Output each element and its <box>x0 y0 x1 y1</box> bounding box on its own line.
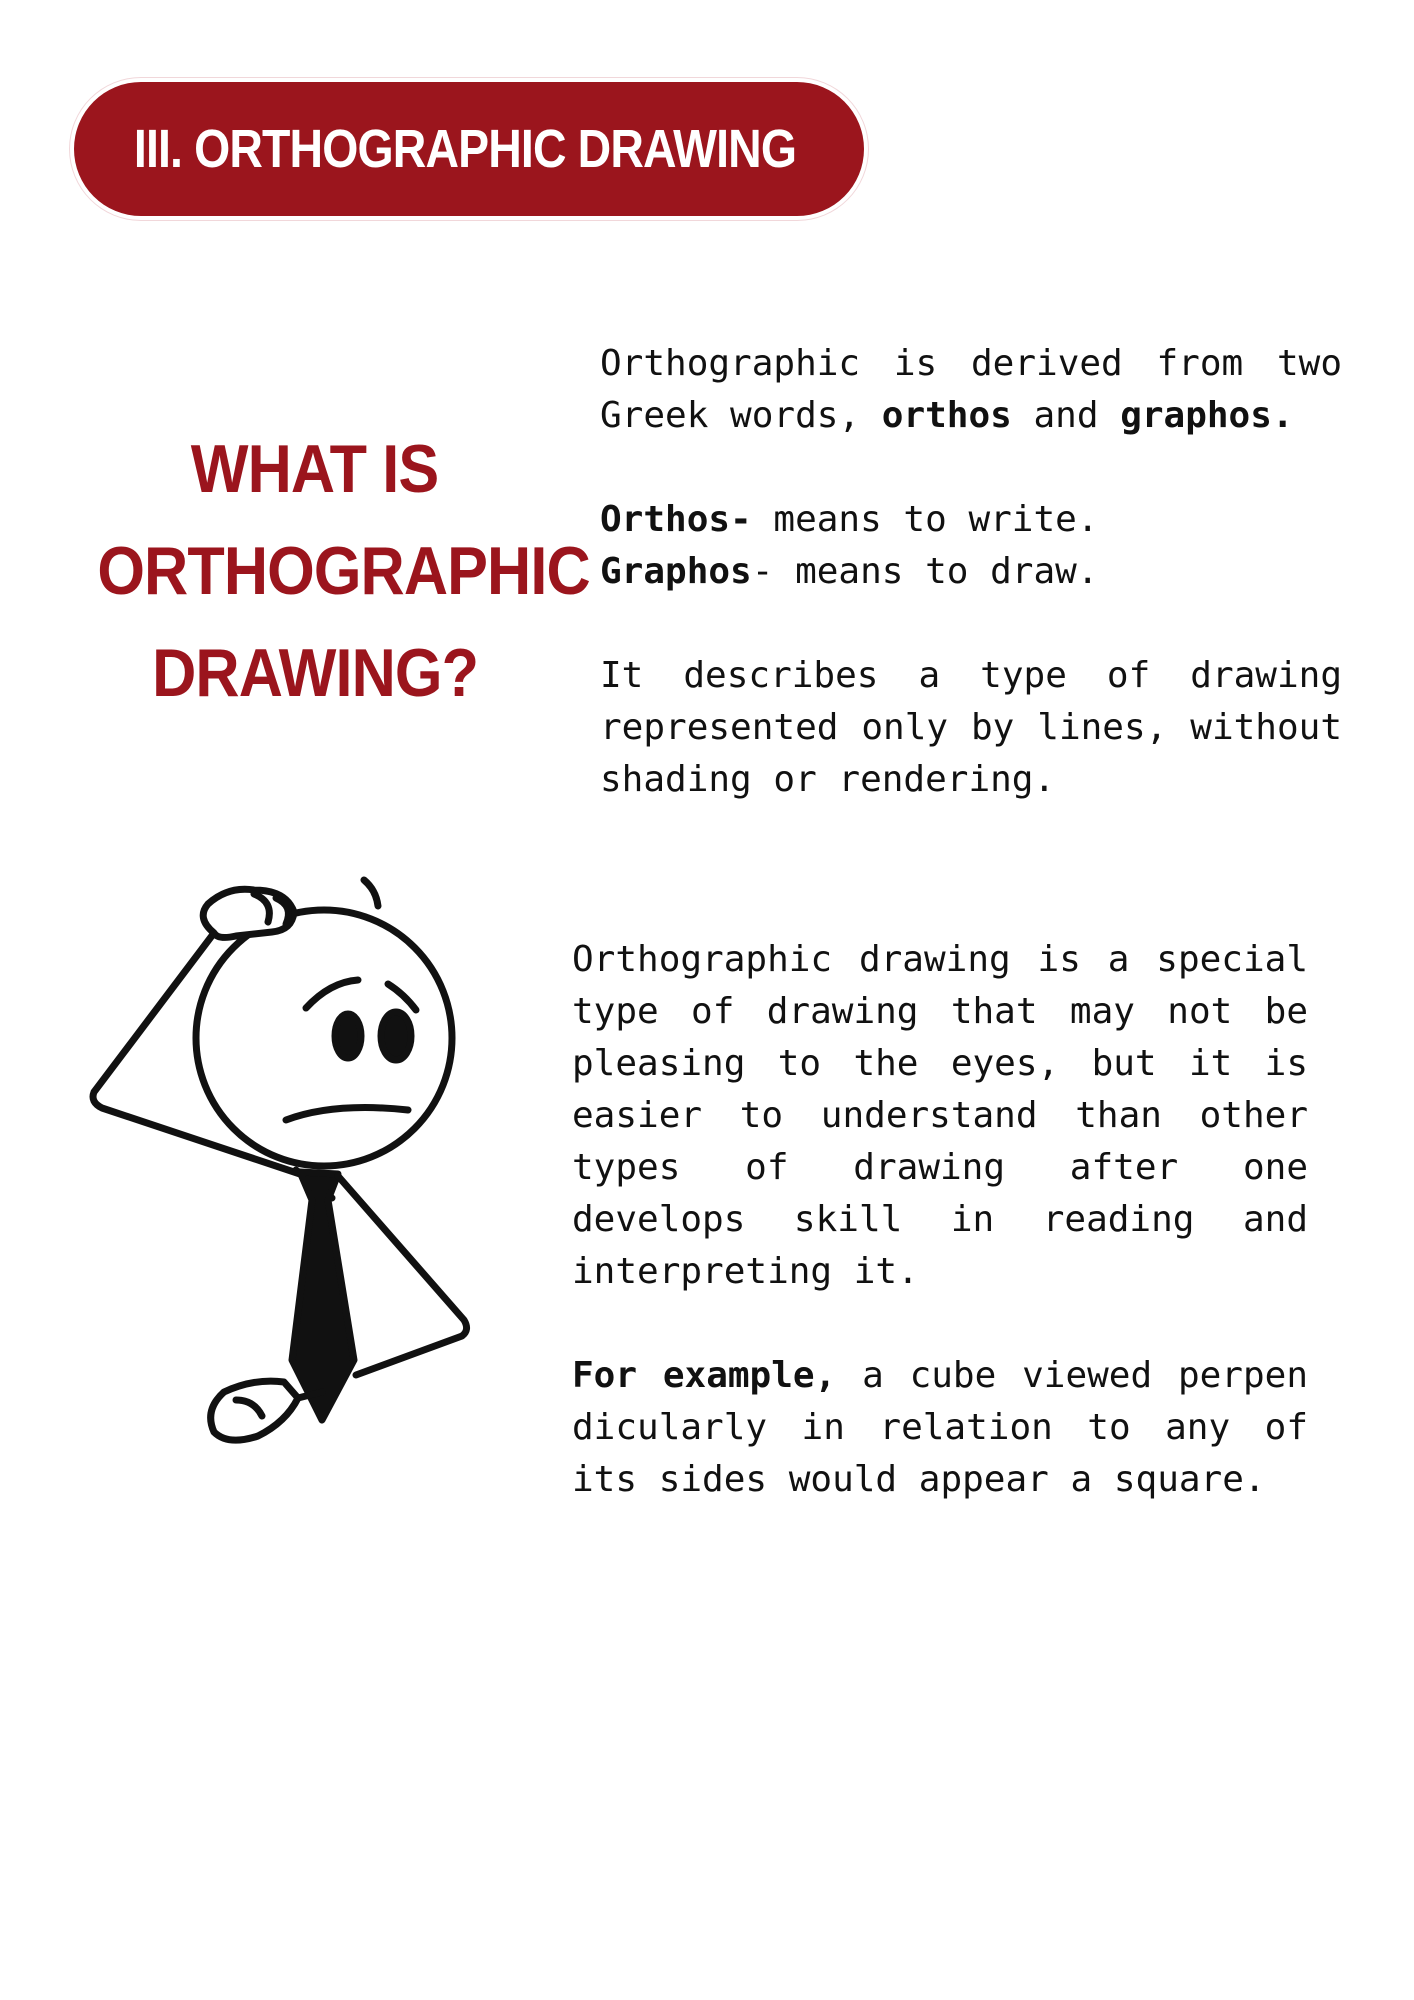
body-text-block: Orthographic drawing is a special type o… <box>572 934 1308 1506</box>
etymology-paragraph: Orthographic is derived from two Greek w… <box>600 338 1342 442</box>
heading-line-3: DRAWING? <box>152 635 479 711</box>
orthos-word: orthos <box>881 395 1012 436</box>
graphos-definition: Graphos- means to draw. <box>600 546 1342 598</box>
intro-text-block: Orthographic is derived from two Greek w… <box>600 338 1342 806</box>
orthos-term: Orthos- <box>600 499 752 540</box>
description-paragraph: It describes a type of drawing represent… <box>600 655 1342 800</box>
confused-stick-figure-icon <box>89 876 471 1444</box>
orthos-definition: Orthos- means to write. <box>600 494 1342 546</box>
section-title: III. ORTHOGRAPHIC DRAWING <box>133 119 797 179</box>
graphos-meaning: - means to draw. <box>751 551 1099 592</box>
etymology-and: and <box>1011 395 1121 436</box>
heading-line-2: ORTHOGRAPHIC <box>97 533 590 609</box>
heading-line-1: WHAT IS <box>191 431 439 507</box>
graphos-word: graphos. <box>1120 395 1294 436</box>
section-title-banner: III. ORTHOGRAPHIC DRAWING <box>74 82 864 216</box>
explanation-paragraph: Orthographic drawing is a special type o… <box>572 939 1308 1292</box>
orthos-meaning: means to write. <box>751 499 1099 540</box>
graphos-term: Graphos <box>600 551 752 592</box>
example-label: For example, <box>572 1355 837 1396</box>
example-paragraph: For example, a cube viewed perpen dicula… <box>572 1350 1308 1506</box>
page-heading: WHAT IS ORTHOGRAPHIC DRAWING? <box>70 418 590 724</box>
